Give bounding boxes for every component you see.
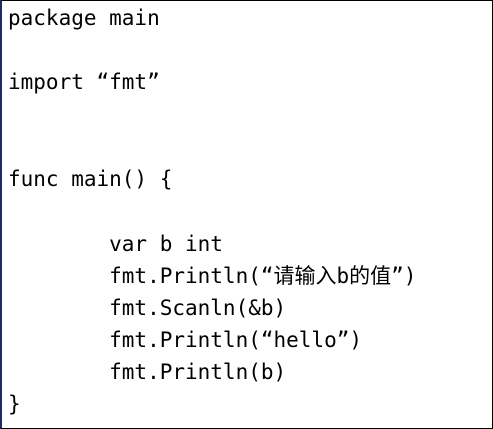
code-line-println-b: fmt.Println(b) [8, 360, 287, 384]
code-line-println-hello: fmt.Println(“hello”) [8, 328, 363, 352]
code-line-println-prompt: fmt.Println(“请输入b的值”) [8, 264, 417, 288]
code-editor-panel: package main import “fmt” func main() { … [0, 0, 493, 429]
code-line-func-main: func main() { [8, 167, 173, 191]
code-line-scanln: fmt.Scanln(&b) [8, 296, 287, 320]
code-line-closing-brace: } [8, 392, 21, 416]
code-line-package: package main [8, 6, 160, 30]
code-line-import: import “fmt” [8, 70, 160, 94]
code-line-var-b: var b int [8, 232, 223, 256]
